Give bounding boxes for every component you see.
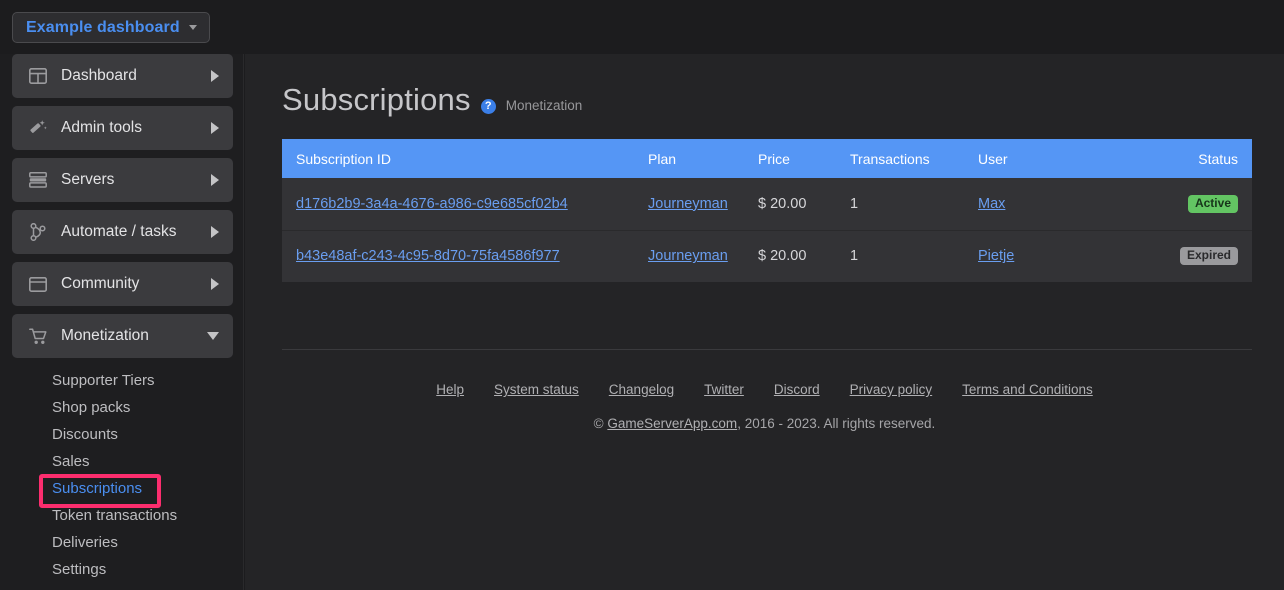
- cell-status: Expired: [1132, 230, 1252, 282]
- grid-icon: [28, 66, 48, 86]
- dashboard-selector-label: Example dashboard: [26, 19, 180, 37]
- sidebar-item-supporter-tiers[interactable]: Supporter Tiers: [0, 367, 243, 394]
- dashboard-selector-button[interactable]: Example dashboard: [12, 12, 210, 43]
- footer-link-changelog[interactable]: Changelog: [609, 382, 674, 397]
- status-badge: Expired: [1180, 247, 1238, 265]
- footer-link-help[interactable]: Help: [436, 382, 464, 397]
- column-header-plan[interactable]: Plan: [634, 139, 744, 178]
- table-row: d176b2b9-3a4a-4676-a986-c9e685cf02b4 Jou…: [282, 178, 1252, 230]
- column-header-price[interactable]: Price: [744, 139, 836, 178]
- footer-links: Help System status Changelog Twitter Dis…: [245, 382, 1284, 397]
- column-header-subscription-id[interactable]: Subscription ID: [282, 139, 634, 178]
- cell-plan: Journeyman: [634, 230, 744, 282]
- sidebar-item-label: Token transactions: [52, 507, 177, 524]
- sidebar-group-label: Dashboard: [61, 67, 211, 85]
- column-header-user[interactable]: User: [964, 139, 1132, 178]
- page-subtitle: Monetization: [506, 98, 583, 113]
- cell-subscription-id: b43e48af-c243-4c95-8d70-75fa4586f977: [282, 230, 634, 282]
- sidebar-item-label: Supporter Tiers: [52, 372, 155, 389]
- subscription-id-link[interactable]: b43e48af-c243-4c95-8d70-75fa4586f977: [296, 248, 560, 264]
- cell-transactions: 1: [836, 230, 964, 282]
- sidebar-group-servers[interactable]: Servers: [12, 158, 233, 202]
- cell-price: $ 20.00: [744, 230, 836, 282]
- cell-status: Active: [1132, 178, 1252, 230]
- sidebar-group-dashboard[interactable]: Dashboard: [12, 54, 233, 98]
- chevron-down-icon: [189, 25, 197, 30]
- sidebar-item-shop-packs[interactable]: Shop packs: [0, 394, 243, 421]
- footer-link-discord[interactable]: Discord: [774, 382, 820, 397]
- cell-subscription-id: d176b2b9-3a4a-4676-a986-c9e685cf02b4: [282, 178, 634, 230]
- table-row: b43e48af-c243-4c95-8d70-75fa4586f977 Jou…: [282, 230, 1252, 282]
- window-icon: [28, 274, 48, 294]
- sidebar-item-label: Shop packs: [52, 399, 130, 416]
- column-header-transactions[interactable]: Transactions: [836, 139, 964, 178]
- footer-copyright: © GameServerApp.com, 2016 - 2023. All ri…: [245, 416, 1284, 431]
- sidebar: Dashboard Admin tools Servers Automate /…: [0, 54, 244, 590]
- sidebar-item-label: Subscriptions: [52, 480, 142, 497]
- plan-link[interactable]: Journeyman: [648, 196, 728, 212]
- chevron-right-icon: [211, 122, 219, 134]
- cell-transactions: 1: [836, 178, 964, 230]
- sidebar-group-monetization[interactable]: Monetization: [12, 314, 233, 358]
- copyright-prefix: ©: [594, 416, 608, 431]
- cart-icon: [28, 326, 48, 346]
- footer-link-privacy-policy[interactable]: Privacy policy: [850, 382, 933, 397]
- sidebar-group-label: Automate / tasks: [61, 223, 211, 241]
- sidebar-item-sales[interactable]: Sales: [0, 448, 243, 475]
- sidebar-group-label: Servers: [61, 171, 211, 189]
- chevron-down-icon: [207, 332, 219, 340]
- page-title: Subscriptions: [282, 82, 471, 118]
- footer-link-system-status[interactable]: System status: [494, 382, 579, 397]
- chevron-right-icon: [211, 278, 219, 290]
- question-mark-icon[interactable]: ?: [481, 99, 496, 114]
- user-link[interactable]: Max: [978, 196, 1005, 212]
- footer-link-twitter[interactable]: Twitter: [704, 382, 744, 397]
- sidebar-item-label: Deliveries: [52, 534, 118, 551]
- footer-link-terms-and-conditions[interactable]: Terms and Conditions: [962, 382, 1093, 397]
- footer-divider: [282, 349, 1252, 350]
- sidebar-group-automate-tasks[interactable]: Automate / tasks: [12, 210, 233, 254]
- subscription-id-link[interactable]: d176b2b9-3a4a-4676-a986-c9e685cf02b4: [296, 196, 568, 212]
- top-bar: Example dashboard: [0, 0, 1284, 54]
- main-content: Subscriptions ? Monetization Subscriptio…: [245, 54, 1284, 590]
- copyright-suffix: , 2016 - 2023. All rights reserved.: [737, 416, 935, 431]
- page-header: Subscriptions ? Monetization: [282, 82, 582, 118]
- sidebar-item-label: Discounts: [52, 426, 118, 443]
- chevron-right-icon: [211, 70, 219, 82]
- sidebar-group-label: Monetization: [61, 327, 207, 345]
- sidebar-item-label: Settings: [52, 561, 106, 578]
- sidebar-item-subscriptions[interactable]: Subscriptions: [0, 475, 243, 502]
- branch-icon: [28, 222, 48, 242]
- column-header-status[interactable]: Status: [1132, 139, 1252, 178]
- footer-link-gameserverapp[interactable]: GameServerApp.com: [607, 416, 737, 431]
- monetization-submenu: Supporter Tiers Shop packs Discounts Sal…: [0, 367, 243, 583]
- sidebar-item-label: Sales: [52, 453, 90, 470]
- cell-user: Pietje: [964, 230, 1132, 282]
- cell-price: $ 20.00: [744, 178, 836, 230]
- sidebar-item-discounts[interactable]: Discounts: [0, 421, 243, 448]
- table-header-row: Subscription ID Plan Price Transactions …: [282, 139, 1252, 178]
- sidebar-group-admin-tools[interactable]: Admin tools: [12, 106, 233, 150]
- status-badge: Active: [1188, 195, 1238, 213]
- sidebar-group-label: Community: [61, 275, 211, 293]
- plan-link[interactable]: Journeyman: [648, 248, 728, 264]
- subscriptions-table: Subscription ID Plan Price Transactions …: [282, 139, 1252, 282]
- cell-user: Max: [964, 178, 1132, 230]
- sidebar-group-community[interactable]: Community: [12, 262, 233, 306]
- server-icon: [28, 170, 48, 190]
- cell-plan: Journeyman: [634, 178, 744, 230]
- sidebar-item-deliveries[interactable]: Deliveries: [0, 529, 243, 556]
- sidebar-item-token-transactions[interactable]: Token transactions: [0, 502, 243, 529]
- user-link[interactable]: Pietje: [978, 248, 1014, 264]
- chevron-right-icon: [211, 226, 219, 238]
- chevron-right-icon: [211, 174, 219, 186]
- sidebar-item-settings[interactable]: Settings: [0, 556, 243, 583]
- sidebar-group-label: Admin tools: [61, 119, 211, 137]
- magic-wand-icon: [28, 118, 48, 138]
